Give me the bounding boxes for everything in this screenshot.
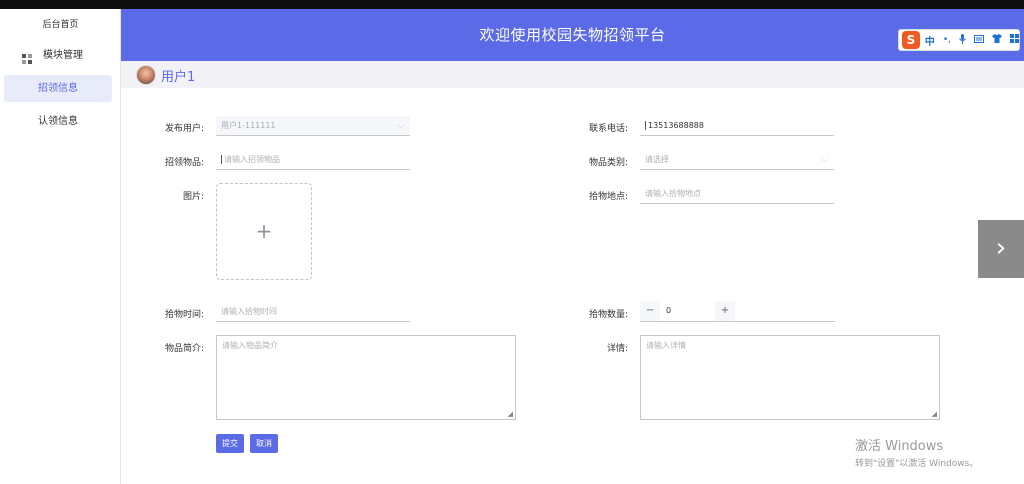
category-label: 物品类别: <box>588 158 628 168</box>
chevron-down-icon: ⌵ <box>397 121 404 130</box>
window-top-strip <box>0 0 1024 9</box>
avatar[interactable] <box>136 65 156 85</box>
place-label: 拾物地点: <box>588 192 628 202</box>
text-cursor <box>221 155 222 164</box>
decrement-button[interactable]: − <box>640 301 660 321</box>
phone-label: 联系电话: <box>588 124 628 134</box>
quantity-stepper: − 0 + <box>640 301 835 322</box>
keyboard-icon[interactable] <box>974 34 984 46</box>
ime-language-toggle[interactable]: 中 <box>925 33 935 48</box>
time-placeholder: 请输入拾物时间 <box>221 307 277 316</box>
quantity-value[interactable]: 0 <box>666 301 671 321</box>
place-input[interactable]: 请输入拾物地点 <box>640 184 834 204</box>
detail-placeholder: 请输入详情 <box>646 341 686 350</box>
sidebar-home-link[interactable]: 后台首页 <box>0 17 121 30</box>
user-name[interactable]: 用户1 <box>161 66 195 85</box>
category-select[interactable]: 请选择 ⌵ <box>640 150 834 170</box>
submit-button[interactable]: 提交 <box>216 434 244 453</box>
chevron-down-icon: ⌵ <box>821 155 828 164</box>
image-upload[interactable]: + <box>216 183 312 280</box>
detail-textarea[interactable]: 请输入详情 ◢ <box>640 335 940 420</box>
page-title: 欢迎使用校园失物招领平台 <box>479 26 666 44</box>
item-name-placeholder: 请输入招领物品 <box>224 155 280 164</box>
intro-textarea[interactable]: 请输入物品简介 ◢ <box>216 335 516 420</box>
item-name-label: 招领物品: <box>164 158 204 168</box>
sidebar-item-claim-info[interactable]: 认领信息 <box>4 108 112 135</box>
publisher-label: 发布用户: <box>164 124 204 134</box>
detail-label: 详情: <box>606 344 628 354</box>
sogou-logo-icon[interactable]: S <box>902 31 920 49</box>
sidebar-item-label: 认领信息 <box>38 116 78 127</box>
phone-input[interactable]: 13513688888 <box>640 116 834 136</box>
next-arrow-button[interactable]: › <box>978 220 1024 278</box>
plus-icon: + <box>255 219 273 243</box>
resize-handle-icon[interactable]: ◢ <box>932 410 937 418</box>
sidebar-item-label: 模块管理 <box>43 50 83 61</box>
place-placeholder: 请输入拾物地点 <box>645 189 701 198</box>
time-input[interactable]: 请输入拾物时间 <box>216 302 410 322</box>
publisher-value: 用户1-111111 <box>221 121 276 130</box>
item-name-input[interactable]: 请输入招领物品 <box>216 150 410 170</box>
watermark-line1: 激活 Windows <box>855 439 944 454</box>
ime-toolbar[interactable]: S 中 •, <box>898 29 1020 51</box>
quantity-label: 拾物数量: <box>588 310 628 320</box>
module-grid-icon <box>22 49 33 64</box>
user-bar: 用户1 <box>121 61 1024 88</box>
sidebar-item-label: 招领信息 <box>38 83 78 94</box>
sidebar-item-found-info[interactable]: 招领信息 <box>4 75 112 102</box>
watermark-line2: 转到"设置"以激活 Windows。 <box>855 459 979 469</box>
intro-placeholder: 请输入物品简介 <box>222 341 278 350</box>
windows-activation-watermark: 激活 Windows 转到"设置"以激活 Windows。 <box>855 435 978 469</box>
category-placeholder: 请选择 <box>645 155 669 164</box>
sidebar-item-module-management[interactable]: 模块管理 <box>4 42 112 69</box>
punctuation-icon[interactable]: •, <box>943 35 951 45</box>
phone-value: 13513688888 <box>648 121 704 130</box>
increment-button[interactable]: + <box>715 301 735 321</box>
image-label: 图片: <box>182 192 204 202</box>
intro-label: 物品简介: <box>164 344 204 354</box>
page-header: 欢迎使用校园失物招领平台 <box>121 9 1024 61</box>
time-label: 拾物时间: <box>164 310 204 320</box>
mic-icon[interactable] <box>959 33 966 47</box>
shirt-icon[interactable] <box>992 34 1002 46</box>
cancel-button[interactable]: 取消 <box>250 434 278 453</box>
sidebar: 后台首页 模块管理 招领信息 认领信息 <box>0 9 121 484</box>
publisher-select: 用户1-111111 ⌵ <box>216 116 410 136</box>
text-cursor <box>645 121 646 130</box>
grid-icon[interactable] <box>1010 34 1019 46</box>
resize-handle-icon[interactable]: ◢ <box>508 410 513 418</box>
